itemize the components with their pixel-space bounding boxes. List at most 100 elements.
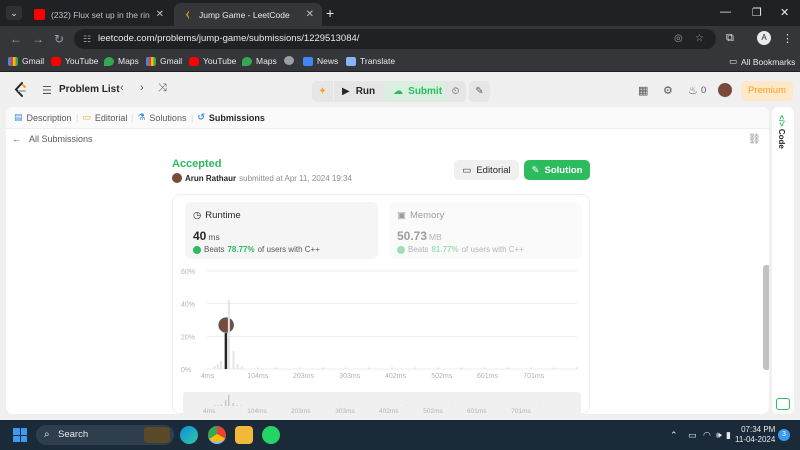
leetcode-icon: ⧼ [185,9,190,19]
submitter-name[interactable]: Arun Rathaur [185,174,236,183]
notification-badge[interactable]: 3 [778,429,790,441]
edge-icon[interactable] [180,426,198,444]
submitter-info: Arun Rathaur submitted at Apr 11, 2024 1… [172,173,352,183]
close-window-icon[interactable]: ✕ [780,6,789,19]
gear-icon[interactable]: ⚙ [663,84,673,97]
layout-grid-icon[interactable]: ▦ [638,84,648,97]
close-icon[interactable]: ✕ [156,9,164,20]
restore-icon[interactable]: ❐ [752,6,762,19]
tab-solutions[interactable]: | ⚗ Solutions [131,112,186,123]
bookmark-maps[interactable]: Maps [104,56,139,66]
overview-mini-chart: 4ms 104ms 203ms 303ms 402ms 502ms 601ms 701ms [203,394,563,414]
tab-title: (232) Flux set up in the ring, f [51,9,150,20]
new-tab-button[interactable]: + [326,5,334,21]
submit-button[interactable]: ☁ Submit [385,82,451,101]
testcase-icon[interactable] [776,398,790,410]
extensions-icon[interactable]: ⧉ [726,32,734,45]
windows-start-icon[interactable] [13,428,27,442]
chart-range-overview[interactable]: 4ms 104ms 203ms 303ms 402ms 502ms 601ms 701ms [183,392,581,414]
all-submissions-link[interactable]: ← All Submissions [12,134,93,144]
chart-bar [257,367,260,369]
share-link-icon[interactable]: ⛓ [748,134,761,145]
solution-button[interactable]: ✎ Solution [524,160,590,180]
forward-arrow-icon[interactable]: → [32,32,44,46]
premium-button[interactable]: Premium [741,81,793,101]
chart-bar [367,367,370,369]
memory-card[interactable]: ▣ Memory 50.73 MB Beats 81.77% of users w… [389,202,582,259]
overview-tick-label: 502ms [423,408,443,414]
browser-tab-leetcode[interactable]: ⧼ Jump Game - LeetCode ✕ [174,3,322,26]
beats-icon [193,245,201,254]
address-bar[interactable]: ☷ leetcode.com/problems/jump-game/submis… [74,29,716,49]
runtime-card[interactable]: ◷ Runtime 40 ms Beats 78.77% of users wit… [185,202,378,259]
chart-bar [437,367,440,369]
chart-bar [216,364,219,369]
chart-bar [576,367,578,369]
shuffle-icon[interactable]: ⤨ [158,82,167,95]
overview-bar [214,405,216,406]
bookmarks-bar: Gmail YouTube Maps Gmail YouTube Maps Ne… [0,52,800,72]
taskbar-clock[interactable]: 07:34 PM 11-04-2024 [735,425,775,445]
tab-search-chevron-icon[interactable]: ⌄ [6,6,22,20]
close-icon[interactable]: ✕ [306,9,314,20]
next-problem-chevron-icon[interactable]: › [140,82,144,94]
file-explorer-icon[interactable] [235,426,253,444]
profile-avatar[interactable]: A [757,31,771,45]
bookmark-youtube[interactable]: YouTube [51,56,98,66]
chip-icon: ▣ [397,210,406,221]
user-avatar[interactable] [718,83,732,97]
chart-bar [232,351,235,369]
tab-description[interactable]: ▤ Description [14,112,72,123]
bookmark-globe[interactable] [284,56,294,65]
browser-tab-youtube[interactable]: (232) Flux set up in the ring, f ✕ [26,3,172,26]
problem-list-link[interactable]: Problem List [59,84,120,95]
whatsapp-icon[interactable] [262,426,280,444]
back-arrow-icon[interactable]: ← [10,32,22,46]
tab-submissions[interactable]: | ↺ Submissions [191,112,265,123]
overview-tick-label: 701ms [511,408,531,414]
volume-icon[interactable]: 🕪 [716,430,722,441]
minimize-icon[interactable]: — [720,6,731,18]
chart-bar [483,367,486,369]
code-brackets-icon: </> [777,115,786,127]
site-info-icon[interactable]: ☷ [83,29,91,49]
bookmark-star-icon[interactable]: ☆ [695,29,704,49]
battery-icon[interactable]: ▮ [726,430,731,441]
bookmark-news[interactable]: News [303,56,338,66]
reload-icon[interactable]: ↻ [54,32,64,46]
eye-off-icon[interactable]: ◎ [674,29,683,49]
chart-bar [220,360,223,369]
run-button[interactable]: ▶ Run [334,81,385,102]
bookmark-gmail[interactable]: Gmail [8,56,44,66]
code-rail[interactable]: </> Code [772,107,794,414]
book-icon: ▭ [82,112,91,122]
taskbar-search[interactable]: ⌕ Search [36,425,174,445]
prev-problem-chevron-icon[interactable]: ‹ [120,82,124,94]
bookmark-youtube[interactable]: YouTube [189,56,236,66]
bookmark-translate[interactable]: Translate [346,56,395,66]
scrollbar[interactable] [763,265,769,370]
code-tab[interactable]: </> Code [777,115,786,149]
chrome-icon[interactable] [208,426,226,444]
overview-tick-label: 601ms [467,408,487,414]
debug-bug-icon[interactable]: ✦ [312,81,334,102]
notes-icon[interactable]: ✎ [469,81,490,102]
runtime-distribution-chart[interactable]: 0% 20% 40% 60% 4ms 104ms 203ms 303ms 402ms 502ms 6… [173,265,591,390]
wifi-icon[interactable]: ◠ [703,430,711,441]
timer-icon[interactable]: ⏲ [445,81,466,102]
fire-streak-icon[interactable]: ♨ [688,84,698,97]
back-arrow-icon: ← [12,134,21,144]
history-icon: ↺ [197,112,205,122]
tab-editorial[interactable]: | ▭ Editorial [76,112,127,123]
display-icon[interactable]: ▭ [688,430,697,441]
menu-dots-icon[interactable]: ⋮ [782,32,793,45]
list-icon[interactable]: ☰ [42,84,52,97]
tab-title: Jump Game - LeetCode [199,9,290,20]
bookmark-gmail[interactable]: Gmail [146,56,182,66]
bookmark-maps[interactable]: Maps [242,56,277,66]
editorial-button[interactable]: ▭ Editorial [454,160,519,180]
leetcode-logo-icon[interactable] [13,82,27,98]
all-bookmarks[interactable]: ▭ All Bookmarks [729,56,795,67]
url-text: leetcode.com/problems/jump-game/submissi… [98,33,360,44]
tray-chevron-icon[interactable]: ⌃ [670,430,678,441]
